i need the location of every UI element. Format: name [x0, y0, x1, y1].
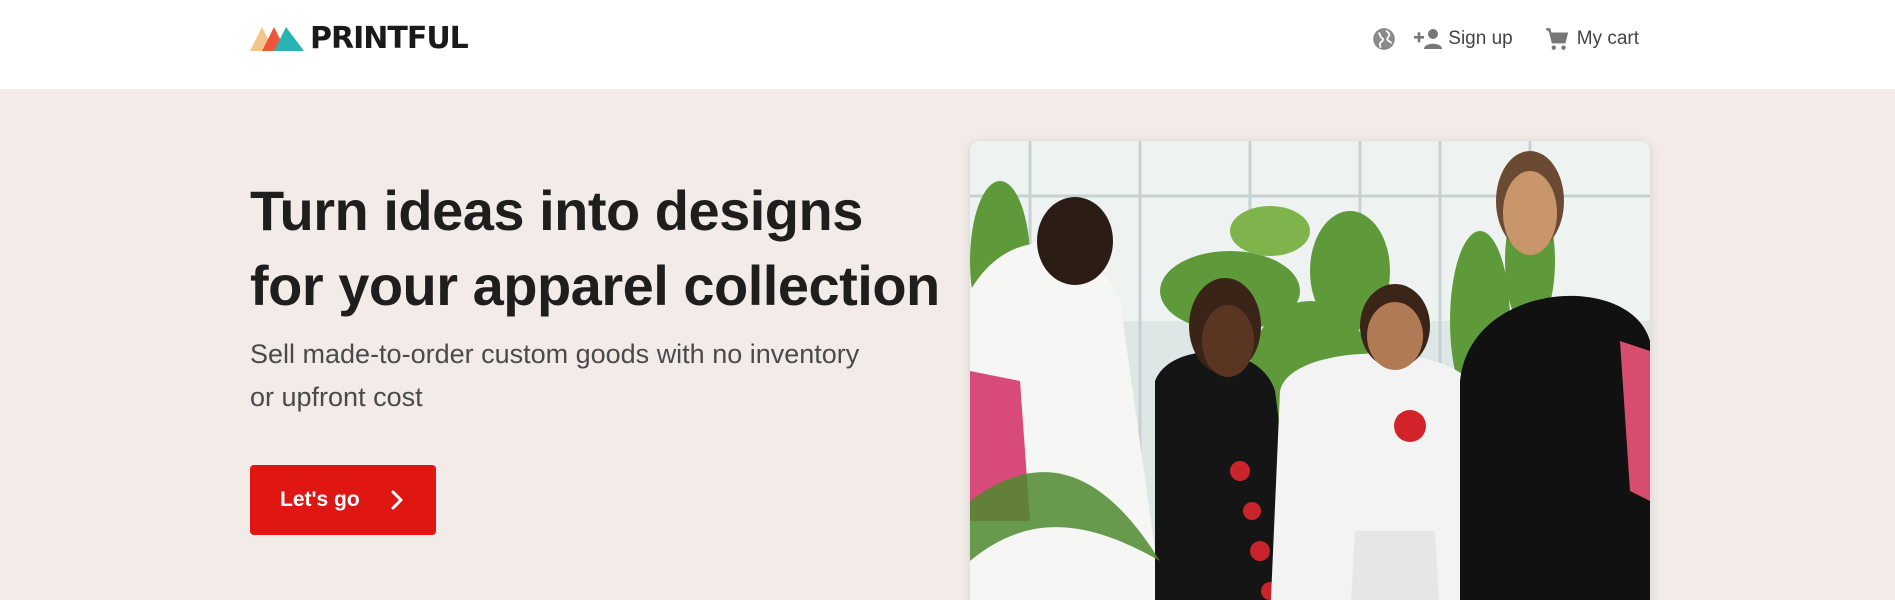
- hero-image: [970, 141, 1650, 600]
- brand-name: PRINTFUL: [310, 20, 469, 56]
- printful-logo-mark: [250, 27, 304, 51]
- shopping-cart-icon: [1545, 28, 1568, 50]
- hero-subtitle: Sell made-to-order custom goods with no …: [250, 333, 950, 419]
- person-add-icon: [1414, 29, 1443, 49]
- chevron-right-icon: [391, 490, 403, 510]
- hero-title-line-2: for your apparel collection: [250, 254, 940, 317]
- globe-icon: [1373, 28, 1396, 50]
- hero-subtitle-line-2: or upfront cost: [250, 382, 423, 412]
- lets-go-button[interactable]: Let's go: [250, 465, 436, 535]
- hero-photo-people-in-hoodies: [970, 141, 1650, 600]
- cart-label: My cart: [1576, 28, 1639, 49]
- site-header: PRINTFUL Sign up My cart: [0, 0, 1895, 89]
- printful-logo[interactable]: PRINTFUL: [250, 20, 469, 56]
- cart-link[interactable]: My cart: [1543, 26, 1639, 52]
- lets-go-label: Let's go: [280, 488, 360, 511]
- hero-subtitle-line-1: Sell made-to-order custom goods with no …: [250, 339, 860, 369]
- hero-title: Turn ideas into designs for your apparel…: [250, 173, 950, 323]
- language-selector[interactable]: [1371, 26, 1397, 52]
- header-nav: Sign up My cart: [1371, 24, 1639, 54]
- hero-title-line-1: Turn ideas into designs: [250, 179, 863, 242]
- signup-link[interactable]: Sign up: [1413, 27, 1513, 51]
- signup-label: Sign up: [1448, 28, 1513, 49]
